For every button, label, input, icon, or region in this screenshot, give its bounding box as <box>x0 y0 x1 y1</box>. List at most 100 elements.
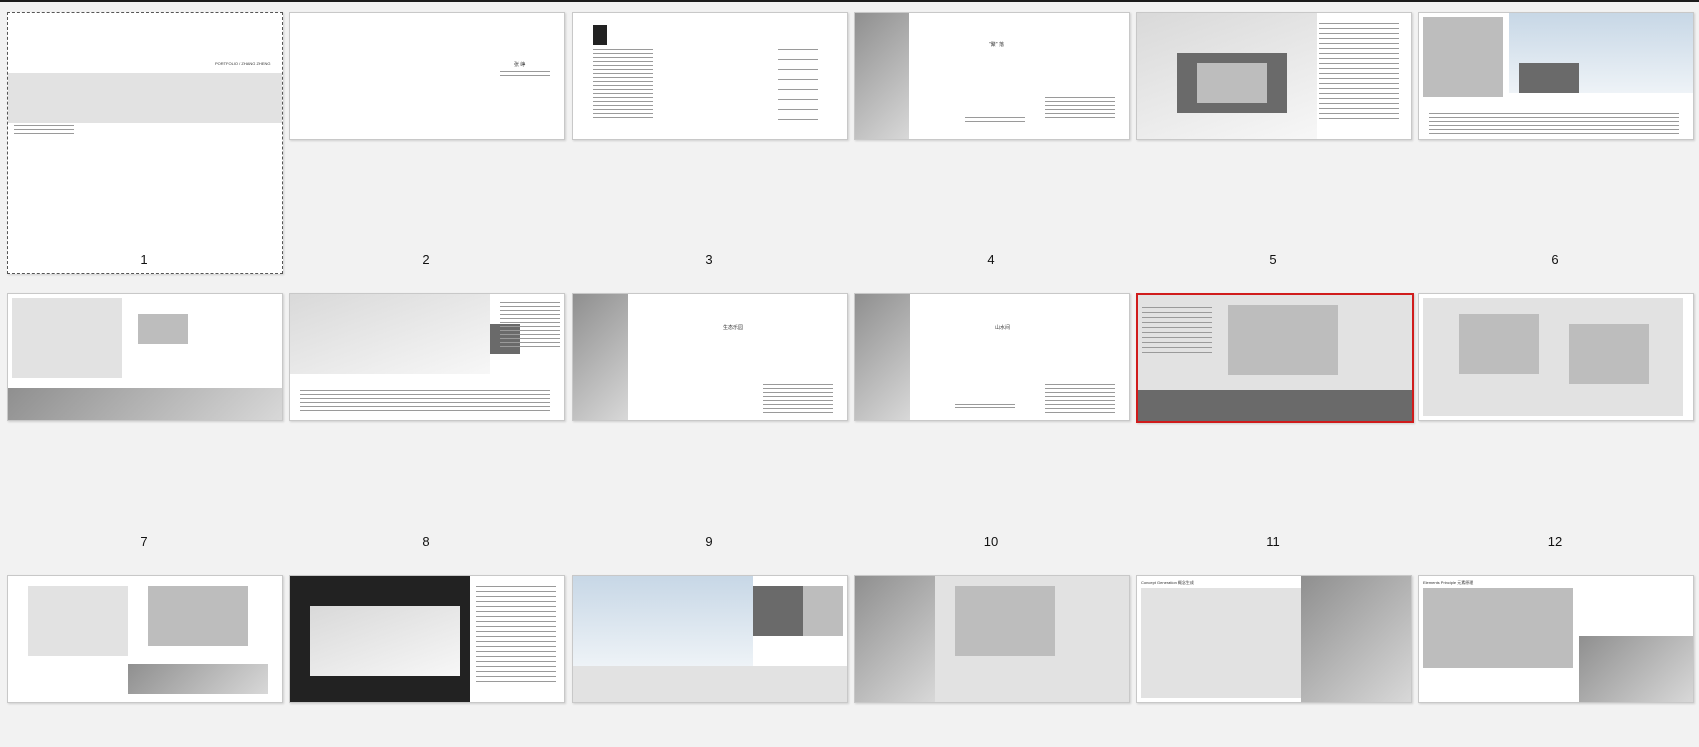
slide-thumbnail[interactable] <box>572 575 848 703</box>
slide-number: 6 <box>1551 252 1559 267</box>
slide-thumbnail[interactable] <box>7 575 283 703</box>
text-line <box>778 79 818 80</box>
slide-thumbnail[interactable] <box>572 12 848 140</box>
text-line <box>476 681 556 682</box>
text-line <box>1045 404 1115 405</box>
slide-title-text: Elements Principle 元素原理 <box>1423 580 1474 585</box>
slide-thumbnail[interactable] <box>7 293 283 421</box>
text-line <box>955 404 1015 405</box>
text-line <box>300 406 550 407</box>
slide-thumbnail[interactable] <box>1136 12 1412 140</box>
text-line <box>1319 53 1399 54</box>
text-line <box>763 408 833 409</box>
text-line <box>1319 88 1399 89</box>
slide-graphic <box>1301 576 1411 702</box>
text-line <box>1045 412 1115 413</box>
slide-graphic <box>955 586 1055 656</box>
slide-thumbnail[interactable] <box>289 293 565 421</box>
slide-graphic <box>290 294 490 374</box>
text-line <box>1319 58 1399 59</box>
slide-graphic <box>8 73 282 123</box>
text-line <box>1045 396 1115 397</box>
slide-thumbnail[interactable]: PORTFOLIO / ZHANG ZHENG <box>7 12 283 274</box>
text-line <box>1142 347 1212 348</box>
text-line <box>1045 400 1115 401</box>
text-line <box>476 591 556 592</box>
text-line <box>500 326 560 327</box>
text-line <box>593 73 653 74</box>
text-line <box>300 410 550 411</box>
text-line <box>1319 73 1399 74</box>
text-line <box>778 109 818 110</box>
slide-number: 8 <box>422 534 430 549</box>
text-line <box>476 661 556 662</box>
text-line <box>1319 78 1399 79</box>
text-line <box>1429 121 1679 122</box>
text-line <box>1319 113 1399 114</box>
text-line <box>593 113 653 114</box>
slide-thumbnail[interactable]: Concept Generation 概念生成 <box>1136 575 1412 703</box>
text-line <box>1319 83 1399 84</box>
slide-graphic <box>855 294 910 420</box>
slide-thumbnail[interactable] <box>1418 12 1694 140</box>
slide-graphic <box>753 586 803 636</box>
text-line <box>763 404 833 405</box>
text-line <box>1142 352 1212 353</box>
text-line <box>593 77 653 78</box>
text-line <box>1045 109 1115 110</box>
text-line <box>500 338 560 339</box>
text-line <box>763 396 833 397</box>
slide-thumbnail[interactable]: 山水间 <box>854 293 1130 421</box>
text-line <box>14 125 74 126</box>
slide-graphic <box>490 324 520 354</box>
text-line <box>476 586 556 587</box>
text-line <box>300 394 550 395</box>
slide-title-text: "聚" 落 <box>989 42 1004 48</box>
text-line <box>763 412 833 413</box>
slide-graphic <box>573 666 847 702</box>
slide-graphic <box>1519 63 1579 93</box>
text-line <box>1429 125 1679 126</box>
text-line <box>1429 117 1679 118</box>
slide-number: 11 <box>1266 534 1280 549</box>
text-line <box>778 69 818 70</box>
text-line <box>476 631 556 632</box>
text-line <box>763 392 833 393</box>
text-line <box>1319 63 1399 64</box>
text-line <box>1142 332 1212 333</box>
text-line <box>593 69 653 70</box>
slide-graphic <box>138 314 188 344</box>
text-line <box>476 621 556 622</box>
text-line <box>1045 384 1115 385</box>
text-line <box>500 314 560 315</box>
slide-thumbnail[interactable] <box>1136 293 1414 423</box>
text-line <box>500 71 550 72</box>
slide-thumbnail[interactable]: Elements Principle 元素原理 <box>1418 575 1694 703</box>
slide-graphic <box>310 606 460 676</box>
slide-number: 10 <box>983 534 999 549</box>
slide-thumbnail[interactable]: 生态乐园 <box>572 293 848 421</box>
slide-title-text: 生态乐园 <box>723 325 744 331</box>
text-line <box>593 109 653 110</box>
text-line <box>593 101 653 102</box>
slide-title-text: PORTFOLIO / ZHANG ZHENG <box>215 61 271 66</box>
slide-thumbnail[interactable] <box>289 575 565 703</box>
text-line <box>1319 68 1399 69</box>
slide-graphic <box>593 25 607 45</box>
slide-thumbnail[interactable] <box>854 575 1130 703</box>
slide-thumbnail[interactable]: 张 峥 <box>289 12 565 140</box>
text-line <box>14 129 74 130</box>
slide-thumbnail[interactable]: "聚" 落 <box>854 12 1130 140</box>
slide-graphic <box>1141 588 1301 698</box>
text-line <box>1045 105 1115 106</box>
text-line <box>476 641 556 642</box>
text-line <box>476 606 556 607</box>
slide-graphic <box>803 586 843 636</box>
text-line <box>778 99 818 100</box>
text-line <box>500 322 560 323</box>
text-line <box>778 59 818 60</box>
text-line <box>1319 108 1399 109</box>
text-line <box>476 646 556 647</box>
text-line <box>500 306 560 307</box>
slide-thumbnail[interactable] <box>1418 293 1694 421</box>
